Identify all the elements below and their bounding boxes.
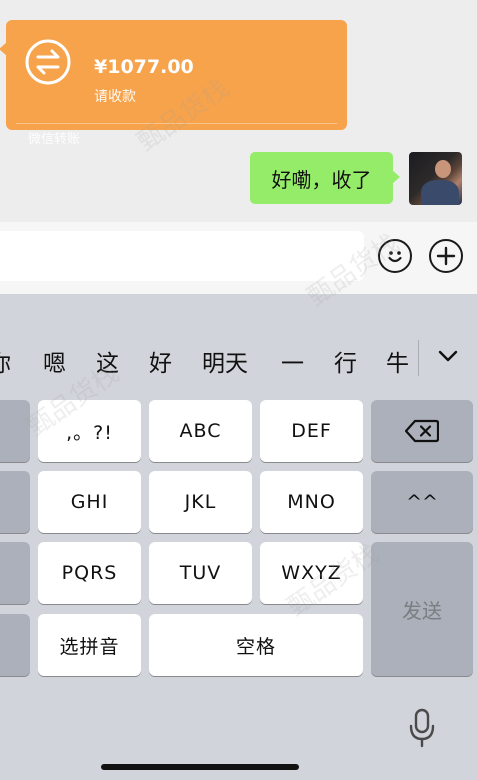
chevron-down-icon [438,350,458,362]
emoji-button[interactable] [378,239,412,273]
transfer-footer-label: 微信转账 [28,132,81,147]
candidate-word[interactable]: 行 [334,344,357,377]
transfer-divider [16,123,337,124]
pqrs-key[interactable]: PQRS [38,542,141,604]
microphone-icon[interactable] [408,708,436,748]
candidate-word[interactable]: 一 [281,344,304,377]
space-key[interactable]: 空格 [149,614,363,676]
candidate-word[interactable]: 你 [0,344,11,377]
select-pinyin-key[interactable]: 选拼音 [38,614,141,676]
abc-key[interactable]: ABC [149,400,252,462]
input-bar [0,222,477,294]
candidate-word[interactable]: 这 [96,344,119,377]
keyboard: 你 嗯 这 好 明天 一 行 牛 ,。?! ABC DEF GHI JKL MN… [0,294,477,780]
message-input[interactable] [0,231,364,281]
avatar-face [435,160,451,178]
candidate-separator [418,340,419,376]
my-avatar[interactable] [409,152,462,205]
my-message-bubble[interactable]: 好嘞，收了 [250,152,400,204]
candidate-word[interactable]: 牛 [386,344,409,377]
home-indicator[interactable] [101,764,299,770]
transfer-arrows-icon [25,39,71,85]
smiley-face-icon [388,251,402,263]
punctuation-key[interactable]: ,。?! [38,400,141,462]
left-edge-key[interactable] [0,542,30,604]
mno-key[interactable]: MNO [260,471,363,533]
avatar-body [421,180,459,205]
chat-area: ¥1077.00 请收款 微信转账 好嘞，收了 [0,0,477,222]
send-button[interactable]: 发送 [371,542,473,676]
tuv-key[interactable]: TUV [149,542,252,604]
candidate-word[interactable]: 好 [149,344,172,377]
transfer-message-card[interactable]: ¥1077.00 请收款 微信转账 [0,20,347,147]
jkl-key[interactable]: JKL [149,471,252,533]
transfer-amount: ¥1077.00 [94,56,194,78]
left-edge-key[interactable] [0,400,30,462]
candidate-word[interactable]: 嗯 [43,344,66,377]
left-edge-key[interactable] [0,471,30,533]
def-key[interactable]: DEF [260,400,363,462]
wxyz-key[interactable]: WXYZ [260,542,363,604]
expand-candidates-button[interactable] [432,342,464,370]
plus-icon [436,246,456,266]
backspace-icon [405,419,439,443]
transfer-status: 请收款 [94,89,136,105]
ghi-key[interactable]: GHI [38,471,141,533]
more-functions-button[interactable] [429,239,463,273]
candidate-bar: 你 嗯 这 好 明天 一 行 牛 [0,332,477,382]
delete-button[interactable] [371,400,473,462]
emoticon-key[interactable]: ^^ [371,471,473,533]
left-edge-key[interactable] [0,614,30,676]
candidate-word[interactable]: 明天 [202,344,248,377]
